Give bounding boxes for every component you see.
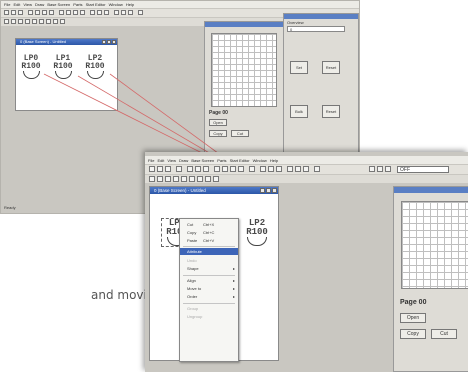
menu-item-shape[interactable]: Shape ▸ (180, 265, 238, 272)
state-combo[interactable]: OFF (397, 166, 449, 173)
polygon-icon[interactable] (181, 176, 187, 182)
device-panel: Page 00 Open Copy Cut (393, 186, 468, 372)
menu-base-screen[interactable]: Base Screen (191, 158, 214, 163)
properties-icon[interactable] (385, 166, 391, 172)
menu-item-group[interactable]: Group (180, 305, 238, 312)
switch-part-icon[interactable] (295, 166, 301, 172)
menu-item-label: Cut (187, 222, 194, 227)
pointer-icon[interactable] (149, 176, 155, 182)
menu-item-copy[interactable]: Copy Ctrl+C (180, 229, 238, 236)
menu-item-cut[interactable]: Cut Ctrl+X (180, 221, 238, 228)
arc-icon[interactable] (189, 176, 195, 182)
toolbar-draw (145, 175, 468, 183)
maximize-icon[interactable] (266, 188, 271, 193)
menu-item-label: Copy (187, 230, 197, 235)
layer-icon[interactable] (369, 166, 375, 172)
undo-icon[interactable] (176, 166, 182, 172)
menu-item-align[interactable]: Align ▸ (180, 277, 238, 284)
snap-icon[interactable] (377, 166, 383, 172)
menu-separator (183, 246, 235, 247)
menu-parts[interactable]: Parts (217, 158, 226, 163)
align-right-icon[interactable] (230, 166, 236, 172)
lamp-part-icon[interactable] (287, 166, 293, 172)
menu-help[interactable]: Help (270, 158, 278, 163)
open-button[interactable]: Open (400, 313, 426, 323)
text-icon[interactable] (197, 176, 203, 182)
menu-item-attribute[interactable]: Attribute (180, 248, 238, 255)
toolbar-main: OFF (145, 165, 468, 174)
menu-file[interactable]: File (148, 158, 154, 163)
rectangle-icon[interactable] (165, 176, 171, 182)
menu-separator (183, 303, 235, 304)
editor-screenshot-front: File Edit View Draw Base Screen Parts St… (145, 152, 468, 372)
fill-icon[interactable] (205, 176, 211, 182)
zoom-in-icon[interactable] (260, 166, 266, 172)
lamp-icon (247, 237, 267, 246)
menu-item-label: Align (187, 278, 196, 283)
align-bottom-icon[interactable] (249, 166, 255, 172)
cut-button[interactable]: Cut (431, 329, 457, 339)
shortcut-label: Ctrl+V (203, 238, 215, 243)
shortcut-label: Ctrl+C (203, 230, 215, 235)
menu-item-ungroup[interactable]: Ungroup (180, 313, 238, 320)
lamp-label-bottom: R100 (246, 227, 268, 237)
copy-icon[interactable] (195, 166, 201, 172)
menu-item-undo[interactable]: Undo (180, 257, 238, 264)
menu-item-label: Paste (187, 238, 198, 243)
menu-item-label: Shape (187, 266, 199, 271)
menu-start-editor[interactable]: Start Editor (230, 158, 250, 163)
window-title: 0 (Base Screen) - Untitled (150, 187, 278, 194)
menu-item-paste[interactable]: Paste Ctrl+V (180, 237, 238, 244)
menu-edit[interactable]: Edit (157, 158, 164, 163)
line-icon[interactable] (157, 176, 163, 182)
context-menu: Cut Ctrl+X Copy Ctrl+C Paste Ctrl+V Attribu… (179, 218, 239, 362)
align-top-icon[interactable] (238, 166, 244, 172)
grid-icon[interactable] (276, 166, 282, 172)
submenu-arrow-icon: ▸ (232, 294, 235, 299)
menu-item-move-to[interactable]: Move to ▸ (180, 285, 238, 292)
menu-item-label: Move to (187, 286, 202, 291)
device-grid[interactable] (401, 201, 468, 289)
minimize-icon[interactable] (260, 188, 265, 193)
menu-separator (183, 275, 235, 276)
menu-item-order[interactable]: Order ▸ (180, 293, 238, 300)
open-folder-icon[interactable] (157, 166, 163, 172)
page-label: Page 00 (400, 299, 427, 306)
submenu-arrow-icon: ▸ (232, 286, 235, 291)
new-file-icon[interactable] (149, 166, 155, 172)
menu-bar: File Edit View Draw Base Screen Parts St… (145, 156, 468, 164)
menu-window[interactable]: Window (253, 158, 267, 163)
zoom-out-icon[interactable] (268, 166, 274, 172)
menu-view[interactable]: View (167, 158, 176, 163)
paste-icon[interactable] (203, 166, 209, 172)
panel-title-bar (394, 187, 468, 193)
cut-icon[interactable] (187, 166, 193, 172)
save-icon[interactable] (165, 166, 171, 172)
copy-button[interactable]: Copy (400, 329, 426, 339)
close-icon[interactable] (272, 188, 277, 193)
lamp-part-lp2[interactable]: LP2 R100 (242, 219, 272, 246)
shortcut-label: Ctrl+X (203, 222, 215, 227)
circle-icon[interactable] (173, 176, 179, 182)
menu-draw[interactable]: Draw (179, 158, 188, 163)
align-center-icon[interactable] (222, 166, 228, 172)
help-icon[interactable] (314, 166, 320, 172)
submenu-arrow-icon: ▸ (232, 266, 235, 271)
align-left-icon[interactable] (214, 166, 220, 172)
submenu-arrow-icon: ▸ (232, 278, 235, 283)
bitmap-icon[interactable] (213, 176, 219, 182)
data-part-icon[interactable] (303, 166, 309, 172)
menu-item-label: Order (187, 294, 198, 299)
